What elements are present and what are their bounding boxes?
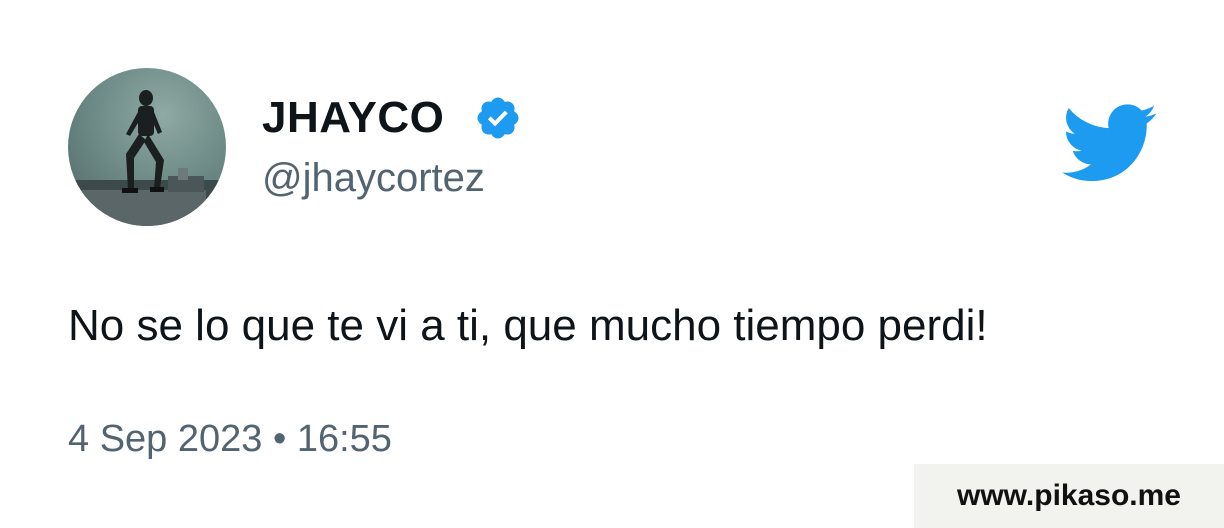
tweet-text: No se lo que te vi a ti, que mucho tiemp… — [68, 301, 988, 350]
avatar[interactable] — [68, 68, 226, 226]
user-handle[interactable]: @jhaycortez — [262, 152, 485, 204]
watermark: www.pikaso.me — [914, 464, 1224, 528]
verified-badge-icon — [477, 97, 519, 139]
tweet-time: 16:55 — [296, 418, 392, 460]
display-name[interactable]: JHAYCO — [262, 92, 444, 144]
avatar-photo — [68, 90, 226, 226]
tweet-timestamp[interactable]: 4 Sep 2023 • 16:55 — [68, 414, 392, 464]
twitter-bird-icon[interactable] — [1062, 104, 1158, 184]
meta-separator: • — [272, 418, 287, 460]
tweet-card: JHAYCO @jhaycortez No se lo que te vi a … — [0, 0, 1224, 528]
tweet-date: 4 Sep 2023 — [68, 418, 263, 460]
watermark-text: www.pikaso.me — [957, 479, 1181, 512]
